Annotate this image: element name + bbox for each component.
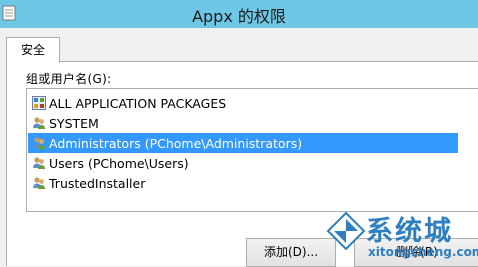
list-item[interactable]: ALL APPLICATION PACKAGES [28, 93, 458, 113]
app-packages-icon [32, 96, 46, 110]
list-item[interactable]: TrustedInstaller [28, 173, 458, 193]
users-icon [33, 117, 45, 129]
watermark-url: xitongcheng.com [368, 245, 478, 259]
principal-label: SYSTEM [49, 115, 99, 131]
title-bar[interactable]: Appx 的权限 [0, 0, 478, 28]
principal-label: Administrators (PChome\Administrators) [49, 135, 303, 151]
watermark-logo-icon [326, 211, 366, 251]
tab-security[interactable]: 安全 [6, 37, 60, 63]
tab-strip [0, 28, 478, 62]
users-icon [33, 137, 45, 149]
window-title: Appx 的权限 [192, 7, 286, 26]
group-or-user-names-label: 组或用户名(G): [26, 72, 112, 86]
principals-listbox[interactable]: ALL APPLICATION PACKAGES SYSTEM Administ… [26, 88, 478, 212]
watermark: 系统城 xitongcheng.com [322, 207, 478, 265]
principal-label: ALL APPLICATION PACKAGES [49, 95, 227, 111]
users-icon [33, 177, 45, 189]
principal-label: TrustedInstaller [49, 175, 146, 191]
users-icon [33, 157, 45, 169]
list-item[interactable]: Users (PChome\Users) [28, 153, 458, 173]
list-item[interactable]: SYSTEM [28, 113, 458, 133]
principal-label: Users (PChome\Users) [49, 155, 189, 171]
watermark-text: 系统城 [366, 216, 453, 247]
list-item-selected[interactable]: Administrators (PChome\Administrators) [28, 133, 458, 153]
